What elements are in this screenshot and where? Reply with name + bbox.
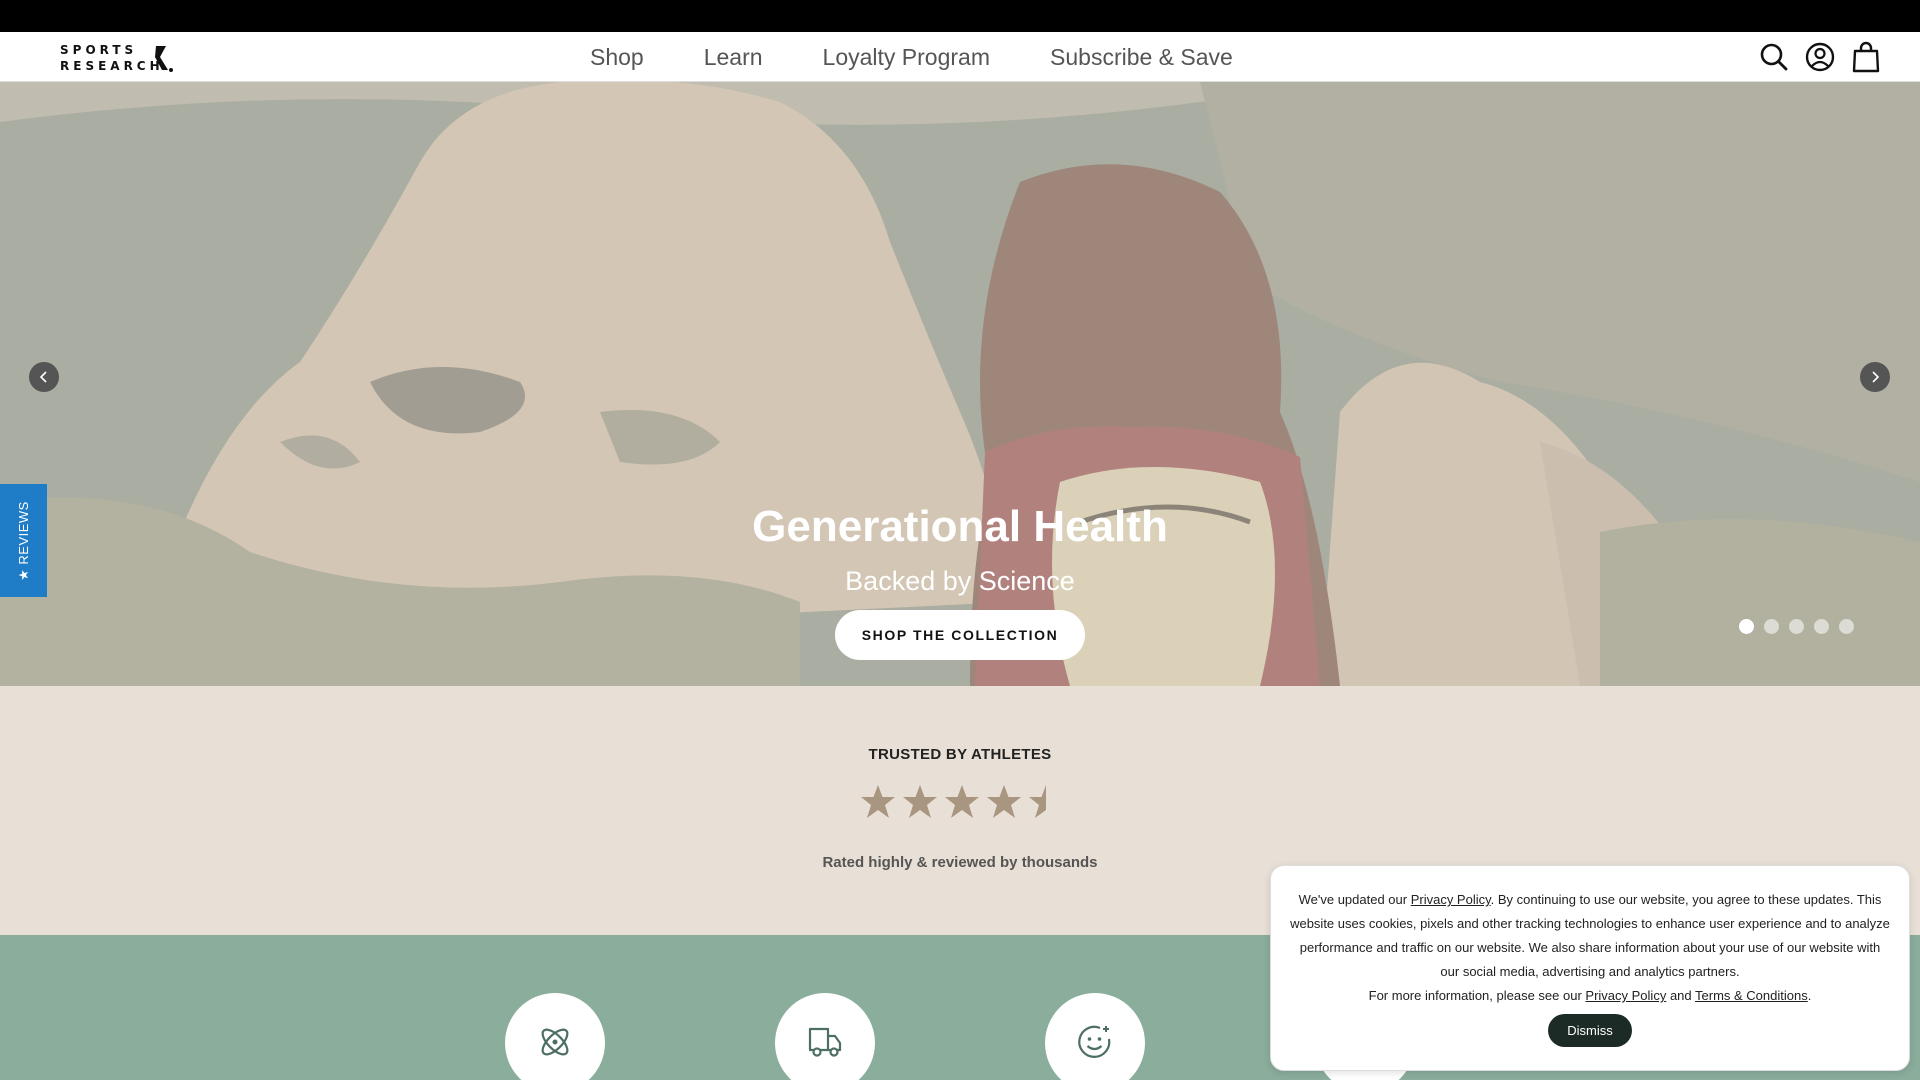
- brand-logo[interactable]: SPORTS RESEARCH: [60, 41, 180, 75]
- star-icon: [987, 785, 1021, 818]
- cookie-text-part: and: [1666, 988, 1696, 1003]
- logo-text: SPORTS RESEARCH: [60, 43, 164, 73]
- search-icon[interactable]: [1758, 41, 1790, 73]
- nav-subscribe-save[interactable]: Subscribe & Save: [1050, 44, 1233, 71]
- hero-subtitle: Backed by Science: [845, 566, 1075, 596]
- trusted-heading: TRUSTED BY ATHLETES: [868, 746, 1052, 763]
- cart-icon[interactable]: [1850, 41, 1882, 73]
- feature-satisfaction: [1045, 993, 1145, 1080]
- terms-conditions-link[interactable]: Terms & Conditions: [1695, 988, 1808, 1003]
- dismiss-button[interactable]: Dismiss: [1548, 1014, 1632, 1047]
- hero-title: Generational Health: [752, 502, 1168, 551]
- privacy-policy-link-2[interactable]: Privacy Policy: [1585, 988, 1666, 1003]
- reviews-side-tab[interactable]: ★ REVIEWS: [0, 484, 47, 597]
- cookie-message: We've updated our Privacy Policy. By con…: [1289, 888, 1891, 984]
- star-rating: [858, 782, 1066, 822]
- star-icon: [945, 785, 979, 818]
- main-nav: Shop Learn Loyalty Program Subscribe & S…: [590, 32, 1233, 82]
- cookie-more-info: For more information, please see our Pri…: [1289, 984, 1891, 1008]
- star-icon: [903, 785, 937, 818]
- delivery-truck-icon: [808, 1027, 842, 1057]
- announcement-bar: [0, 0, 1920, 32]
- shop-collection-button[interactable]: SHOP THE COLLECTION: [835, 610, 1085, 660]
- reviews-tab-label: ★ REVIEWS: [15, 500, 31, 581]
- carousel-dot-3[interactable]: [1789, 619, 1804, 634]
- cookie-text-part: We've updated our: [1298, 892, 1411, 907]
- carousel-prev-button[interactable]: [29, 362, 59, 392]
- account-icon[interactable]: [1804, 41, 1836, 73]
- hero-carousel: Generational Health Backed by Science SH…: [0, 82, 1920, 686]
- carousel-dot-5[interactable]: [1839, 619, 1854, 634]
- carousel-next-button[interactable]: [1860, 362, 1890, 392]
- feature-science: [505, 993, 605, 1080]
- site-header: SPORTS RESEARCH Shop Learn Loyalty Progra…: [0, 32, 1920, 82]
- carousel-dot-4[interactable]: [1814, 619, 1829, 634]
- cookie-text-part: For more information, please see our: [1368, 988, 1586, 1003]
- star-icon: [861, 785, 895, 818]
- privacy-policy-link[interactable]: Privacy Policy: [1411, 892, 1491, 907]
- carousel-dot-2[interactable]: [1764, 619, 1779, 634]
- nav-loyalty-program[interactable]: Loyalty Program: [823, 44, 990, 71]
- cookie-text-part: .: [1807, 988, 1812, 1003]
- carousel-dot-1[interactable]: [1739, 619, 1754, 634]
- header-actions: [1758, 32, 1882, 82]
- feature-shipping: [775, 993, 875, 1080]
- chevron-right-icon: [1872, 371, 1880, 383]
- chevron-left-icon: [39, 371, 47, 383]
- carousel-dots: [1739, 619, 1854, 634]
- half-star-icon: [1029, 785, 1046, 818]
- atom-icon: [541, 1028, 569, 1056]
- smile-icon: [1078, 1025, 1111, 1058]
- cookie-banner: We've updated our Privacy Policy. By con…: [1270, 865, 1910, 1071]
- nav-shop[interactable]: Shop: [590, 44, 644, 71]
- nav-learn[interactable]: Learn: [704, 44, 763, 71]
- logo-mark-icon: [155, 46, 173, 72]
